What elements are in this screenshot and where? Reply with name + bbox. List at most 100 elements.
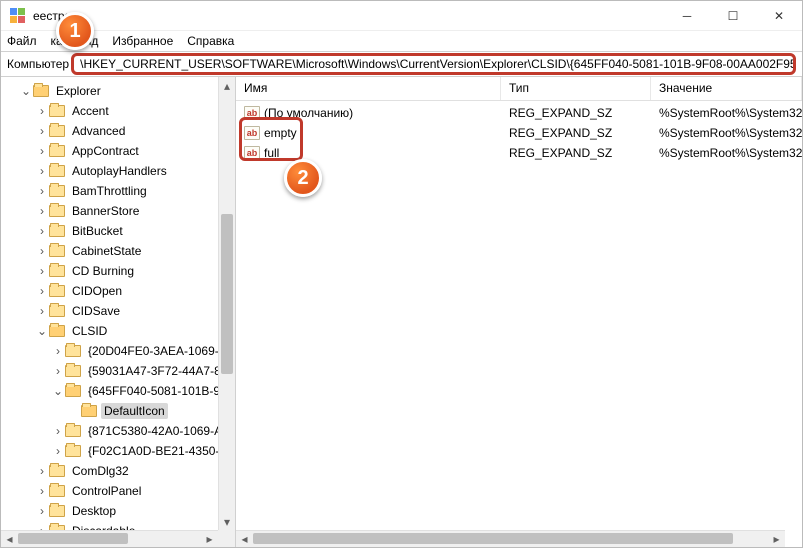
expander-icon[interactable]: ›	[51, 345, 65, 357]
address-input[interactable]: \HKEY_CURRENT_USER\SOFTWARE\Microsoft\Wi…	[71, 53, 796, 75]
expander-icon[interactable]: ›	[35, 125, 49, 137]
tree-node[interactable]: › AppContract	[5, 141, 235, 161]
tree-node[interactable]: › Accent	[5, 101, 235, 121]
expander-icon[interactable]: ›	[35, 485, 49, 497]
scroll-thumb[interactable]	[221, 214, 233, 374]
menu-favorites[interactable]: Избранное	[112, 34, 173, 48]
tree-node[interactable]: › CIDSave	[5, 301, 235, 321]
expander-icon[interactable]: ›	[35, 105, 49, 117]
menu-file[interactable]: Файл	[7, 34, 37, 48]
tree-node[interactable]: › {59031A47-3F72-44A7-8	[5, 361, 235, 381]
tree-node[interactable]: › BamThrottling	[5, 181, 235, 201]
col-value[interactable]: Значение	[651, 77, 802, 100]
value-row[interactable]: ab (По умолчанию) REG_EXPAND_SZ %SystemR…	[236, 103, 802, 123]
minimize-button[interactable]: ─	[664, 1, 710, 30]
tree-label: AutoplayHandlers	[69, 163, 170, 179]
scroll-up-icon[interactable]: ▴	[219, 77, 235, 94]
tree-hscroll[interactable]: ◂ ▸	[1, 530, 218, 547]
folder-icon	[49, 245, 65, 257]
tree-node[interactable]: › AutoplayHandlers	[5, 161, 235, 181]
expander-icon[interactable]: ›	[35, 245, 49, 257]
expander-icon[interactable]: ›	[35, 505, 49, 517]
tree-node[interactable]: › {871C5380-42A0-1069-A	[5, 421, 235, 441]
expander-icon[interactable]: ›	[51, 445, 65, 457]
tree-label: Advanced	[69, 123, 128, 139]
address-bar: Компьютер \HKEY_CURRENT_USER\SOFTWARE\Mi…	[1, 51, 802, 77]
scroll-left-icon[interactable]: ◂	[236, 531, 253, 547]
tree-node[interactable]: › CD Burning	[5, 261, 235, 281]
folder-icon	[65, 365, 81, 377]
tree-node[interactable]: › {F02C1A0D-BE21-4350-	[5, 441, 235, 461]
value-row[interactable]: ab full REG_EXPAND_SZ %SystemRoot%\Syste…	[236, 143, 802, 163]
tree-label: BamThrottling	[69, 183, 150, 199]
expander-icon[interactable]: ›	[35, 185, 49, 197]
tree-node[interactable]: › ComDlg32	[5, 461, 235, 481]
scroll-down-icon[interactable]: ▾	[219, 513, 235, 530]
tree-node[interactable]: › Advanced	[5, 121, 235, 141]
value-data: %SystemRoot%\System32\im	[651, 146, 802, 160]
value-data: %SystemRoot%\System32\im	[651, 106, 802, 120]
tree-node[interactable]: ⌄ CLSID	[5, 321, 235, 341]
close-button[interactable]: ✕	[756, 1, 802, 30]
tree-pane: ⌄ Explorer › Accent › Advanced › AppCont…	[1, 77, 236, 547]
tree-node[interactable]: › {20D04FE0-3AEA-1069-A	[5, 341, 235, 361]
folder-icon	[49, 225, 65, 237]
expander-icon[interactable]: ›	[35, 265, 49, 277]
tree-label: {59031A47-3F72-44A7-8	[85, 363, 224, 379]
folder-icon	[49, 125, 65, 137]
scroll-hthumb[interactable]	[18, 533, 128, 544]
value-type: REG_EXPAND_SZ	[501, 106, 651, 120]
tree-node[interactable]: › Desktop	[5, 501, 235, 521]
tree-node[interactable]: › BannerStore	[5, 201, 235, 221]
expander-icon[interactable]: ›	[35, 225, 49, 237]
expander-icon[interactable]: ⌄	[35, 325, 49, 337]
tree-vscroll[interactable]: ▴ ▾	[218, 77, 235, 530]
expander-icon[interactable]: ›	[35, 465, 49, 477]
tree-label: Accent	[69, 103, 112, 119]
tree-label: CLSID	[69, 323, 110, 339]
value-row[interactable]: ab empty REG_EXPAND_SZ %SystemRoot%\Syst…	[236, 123, 802, 143]
list-hscroll[interactable]: ◂ ▸	[236, 530, 785, 547]
expander-icon[interactable]: ›	[35, 205, 49, 217]
expander-icon[interactable]: ›	[35, 285, 49, 297]
tree-node[interactable]: › BitBucket	[5, 221, 235, 241]
folder-icon	[81, 405, 97, 417]
titlebar: еестра ─ ☐ ✕	[1, 1, 802, 31]
maximize-button[interactable]: ☐	[710, 1, 756, 30]
tree-node[interactable]: DefaultIcon	[5, 401, 235, 421]
tree-node[interactable]: › ControlPanel	[5, 481, 235, 501]
col-name[interactable]: Имя	[236, 77, 501, 100]
tree-label: Explorer	[53, 83, 104, 99]
scroll-right-icon[interactable]: ▸	[201, 531, 218, 547]
expander-icon[interactable]: ⌄	[19, 85, 33, 97]
tree-node[interactable]: ⌄ {645FF040-5081-101B-9	[5, 381, 235, 401]
scroll-right-icon[interactable]: ▸	[768, 531, 785, 547]
menu-help[interactable]: Справка	[187, 34, 234, 48]
expander-icon[interactable]: ›	[51, 425, 65, 437]
expander-icon[interactable]: ›	[35, 145, 49, 157]
registry-tree[interactable]: ⌄ Explorer › Accent › Advanced › AppCont…	[1, 77, 235, 547]
scroll-hthumb[interactable]	[253, 533, 733, 544]
column-headers[interactable]: Имя Тип Значение	[236, 77, 802, 101]
values-list[interactable]: ab (По умолчанию) REG_EXPAND_SZ %SystemR…	[236, 101, 802, 165]
expander-icon[interactable]: ⌄	[51, 385, 65, 397]
menubar: Файл ка Вид Избранное Справка	[1, 31, 802, 51]
folder-icon	[49, 325, 65, 337]
tree-label: ControlPanel	[69, 483, 144, 499]
value-type: REG_EXPAND_SZ	[501, 146, 651, 160]
folder-icon	[49, 185, 65, 197]
tree-label: CIDOpen	[69, 283, 125, 299]
tree-node[interactable]: ⌄ Explorer	[5, 81, 235, 101]
tree-label: CabinetState	[69, 243, 144, 259]
tree-node[interactable]: › CabinetState	[5, 241, 235, 261]
folder-icon	[65, 425, 81, 437]
scroll-corner	[218, 530, 235, 547]
scroll-left-icon[interactable]: ◂	[1, 531, 18, 547]
expander-icon[interactable]: ›	[51, 365, 65, 377]
expander-icon[interactable]: ›	[35, 305, 49, 317]
tree-label: DefaultIcon	[101, 403, 168, 419]
folder-icon	[33, 85, 49, 97]
expander-icon[interactable]: ›	[35, 165, 49, 177]
col-type[interactable]: Тип	[501, 77, 651, 100]
tree-node[interactable]: › CIDOpen	[5, 281, 235, 301]
